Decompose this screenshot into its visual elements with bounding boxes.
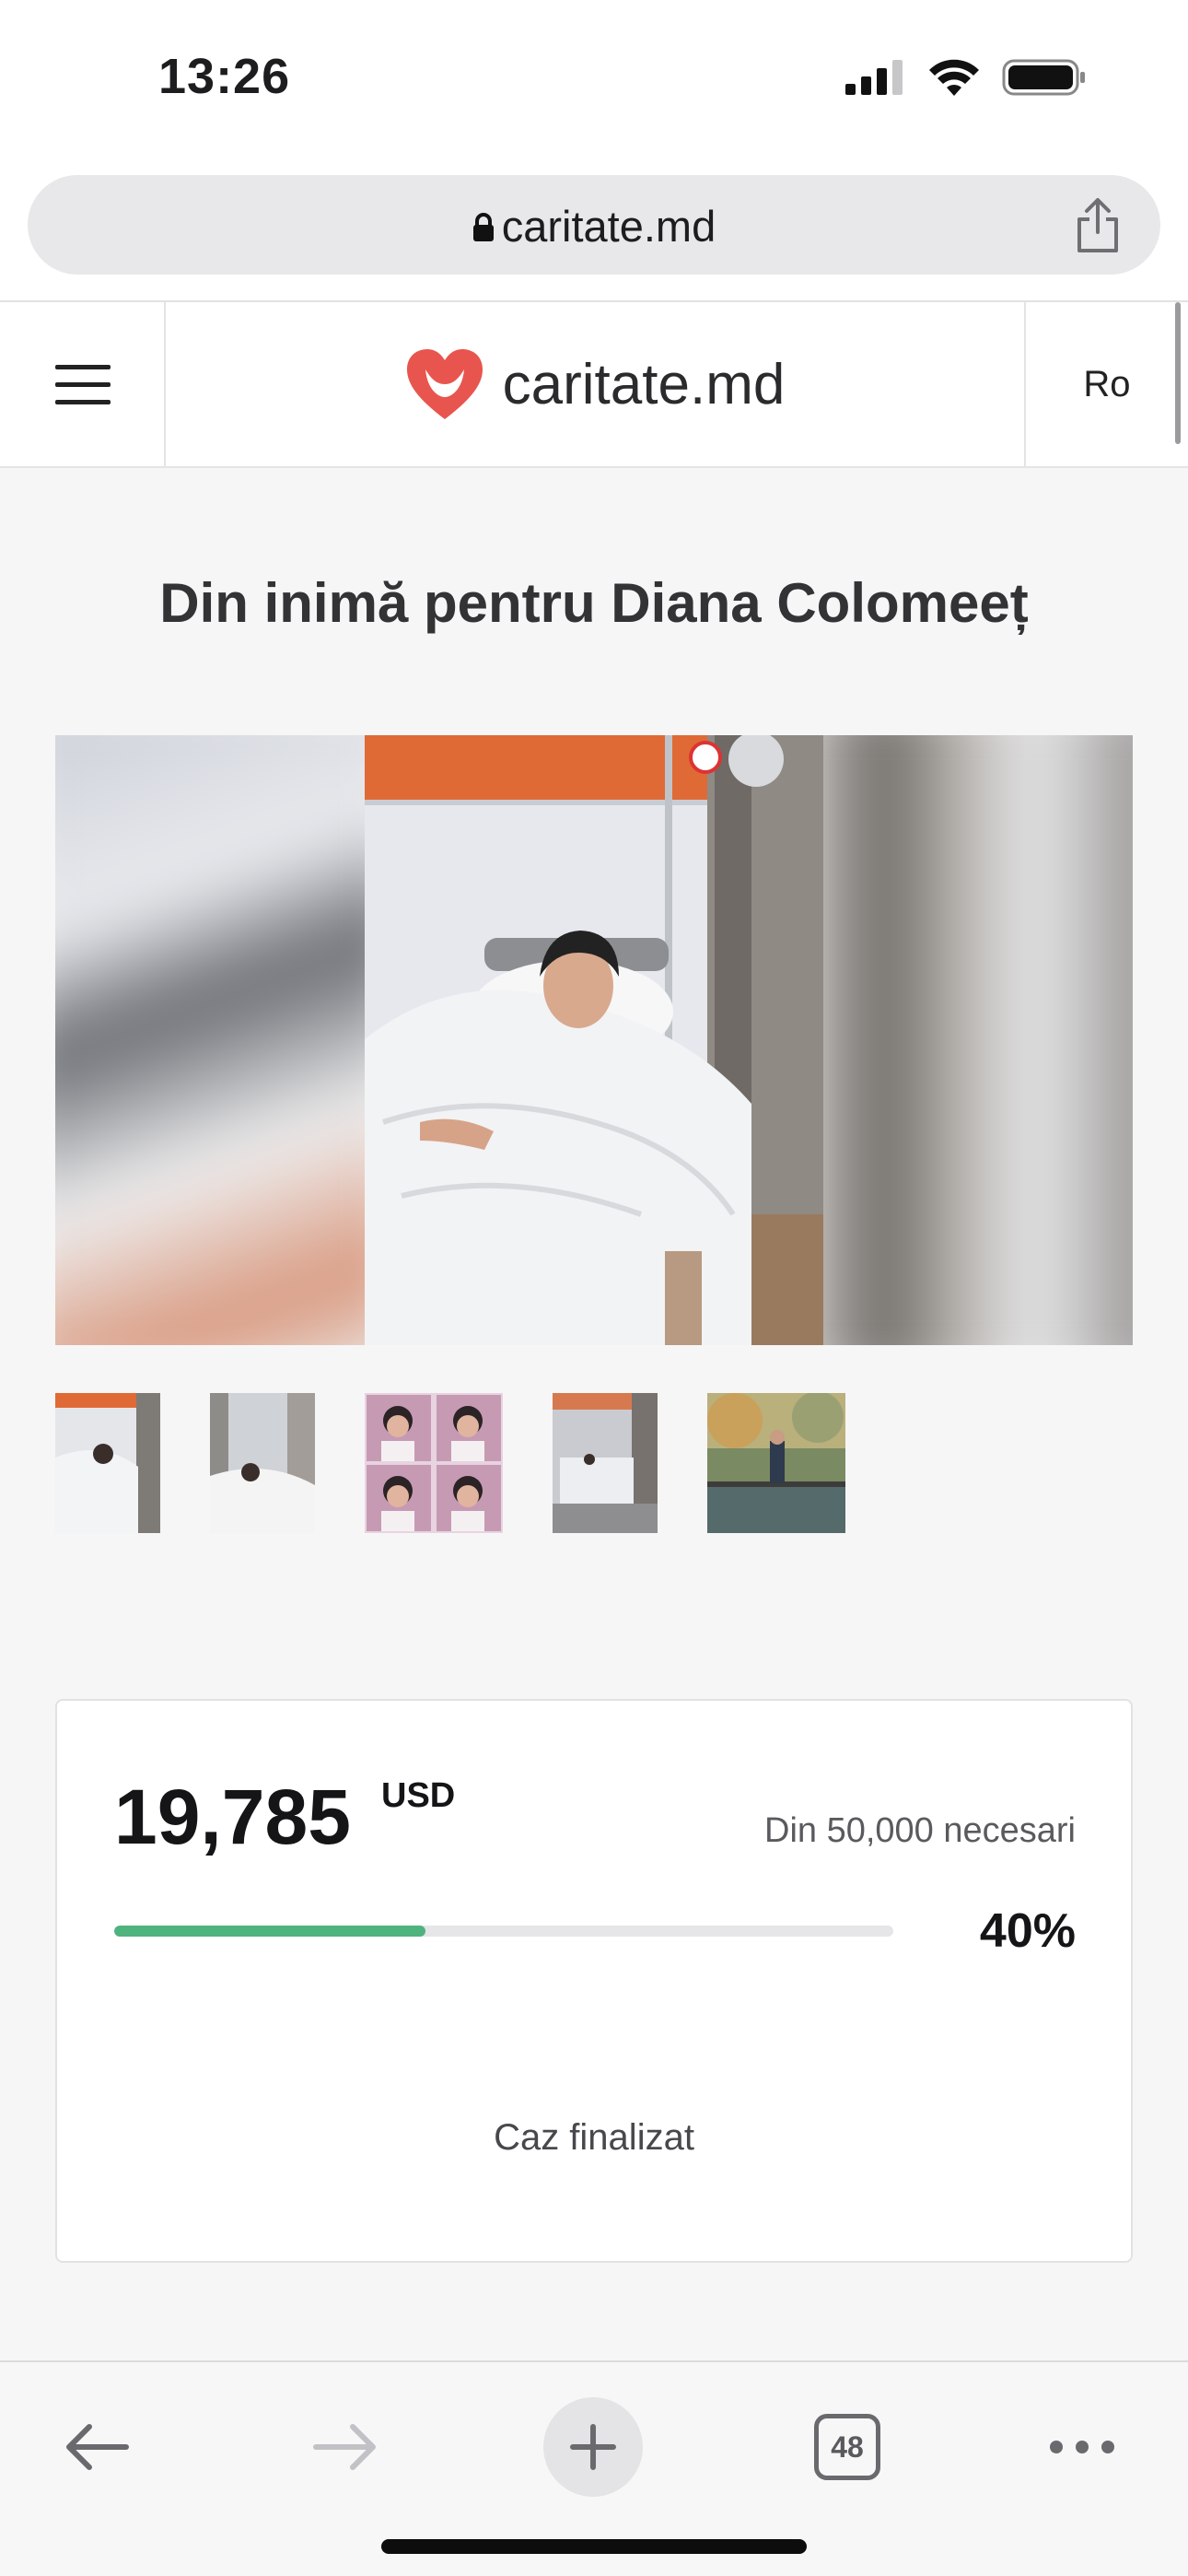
- status-time: 13:26: [158, 49, 291, 104]
- more-button[interactable]: [1031, 2401, 1133, 2493]
- wifi-icon: [929, 59, 979, 96]
- back-arrow-icon: [66, 2424, 129, 2470]
- status-bar: 13:26: [0, 0, 1188, 157]
- plus-icon: [570, 2424, 616, 2470]
- thumbnail-4[interactable]: [553, 1393, 658, 1533]
- thumbnail-image: [707, 1393, 845, 1533]
- more-dots-icon: [1050, 2441, 1114, 2453]
- progress-bar: [114, 1926, 893, 1937]
- logo-text: caritate.md: [502, 352, 786, 416]
- donation-card: 19,785 USD Din 50,000 necesari 40% Caz f…: [55, 1699, 1133, 2263]
- address-bar[interactable]: caritate.md: [28, 175, 1160, 275]
- carousel-current-slide[interactable]: [365, 735, 823, 1345]
- thumbnail-3[interactable]: [365, 1393, 503, 1533]
- site-logo[interactable]: caritate.md: [168, 302, 1022, 466]
- patient-hospital-photo: [365, 735, 823, 1345]
- carousel-prev-slide[interactable]: [55, 735, 365, 1345]
- thumbnail-5[interactable]: [707, 1393, 845, 1533]
- thumbnail-image: [55, 1393, 160, 1533]
- thumbnail-1[interactable]: [55, 1393, 160, 1533]
- photo-carousel[interactable]: [55, 735, 1133, 1345]
- case-status: Caz finalizat: [494, 2117, 694, 2158]
- page-scrollbar[interactable]: [1175, 302, 1181, 444]
- share-icon[interactable]: [1072, 197, 1124, 254]
- status-icons: [845, 59, 1087, 96]
- battery-icon: [1002, 59, 1085, 96]
- thumbnail-strip: [55, 1393, 845, 1533]
- carousel-next-slide[interactable]: [823, 735, 1133, 1345]
- address-url: caritate.md: [501, 202, 716, 251]
- home-indicator[interactable]: [381, 2539, 807, 2554]
- address-text-wrap[interactable]: caritate.md: [28, 201, 1160, 252]
- goal-amount: Din 50,000 necesari: [764, 1811, 1076, 1850]
- forward-arrow-icon: [313, 2424, 376, 2470]
- hamburger-menu-icon[interactable]: [0, 302, 166, 466]
- amount-raised: 19,785: [114, 1774, 351, 1860]
- thumbnail-image: [365, 1393, 503, 1533]
- cellular-signal-icon: [845, 60, 903, 95]
- page-title: Din inimă pentru Diana Colomeeț: [159, 572, 1029, 634]
- back-button[interactable]: [46, 2401, 147, 2493]
- lock-icon: [472, 212, 494, 241]
- browser-address-area: caritate.md: [0, 157, 1188, 302]
- amount-currency: USD: [381, 1776, 456, 1815]
- heart-logo-icon: [406, 349, 483, 419]
- site-header: caritate.md Ro: [0, 302, 1188, 468]
- forward-button[interactable]: [295, 2401, 396, 2493]
- thumbnail-image: [210, 1393, 315, 1533]
- thumbnail-2[interactable]: [210, 1393, 315, 1533]
- progress-bar-fill: [114, 1926, 426, 1937]
- tabs-button[interactable]: 48: [801, 2401, 893, 2493]
- language-switcher[interactable]: Ro: [1024, 302, 1188, 466]
- tab-count: 48: [814, 2414, 880, 2480]
- thumbnail-image: [553, 1393, 658, 1533]
- progress-percent: 40%: [979, 1904, 1076, 1958]
- new-tab-button[interactable]: [543, 2397, 643, 2497]
